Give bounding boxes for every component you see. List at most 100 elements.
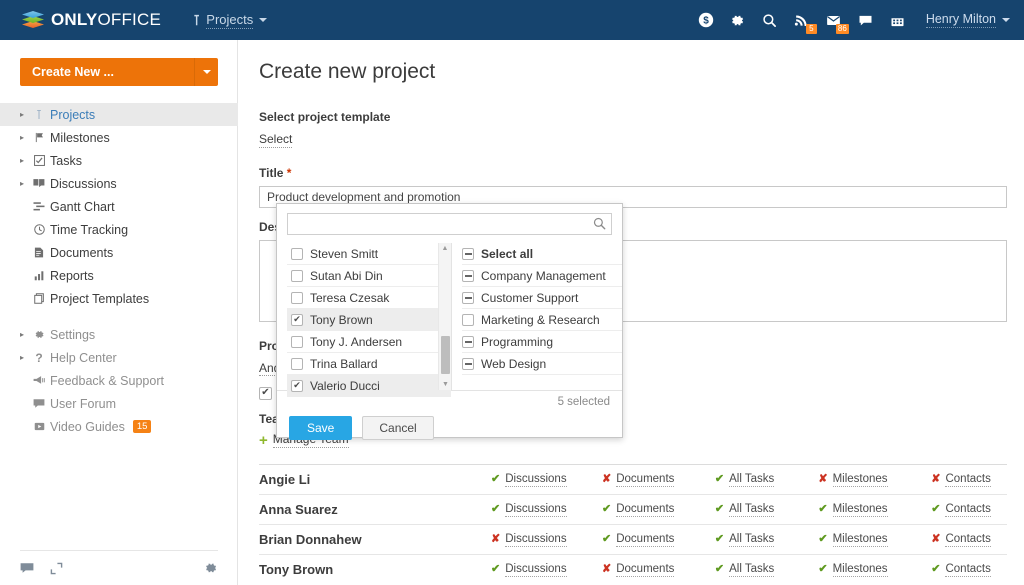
- logo[interactable]: ONLYOFFICE: [22, 10, 161, 30]
- expand-arrow-icon[interactable]: ▸: [20, 353, 30, 362]
- permission-cell[interactable]: ✘ Documents: [602, 473, 693, 487]
- person-checkbox[interactable]: [291, 357, 303, 370]
- save-button[interactable]: Save: [289, 416, 353, 440]
- permission-cell[interactable]: ✔ All Tasks: [715, 503, 796, 517]
- permission-label[interactable]: All Tasks: [729, 563, 775, 577]
- settings-gear-icon[interactable]: [724, 6, 752, 34]
- sidebar-item-help-center[interactable]: ▸ ? Help Center: [0, 346, 238, 369]
- permission-cell[interactable]: ✔ Milestones: [818, 503, 909, 517]
- permission-cell[interactable]: ✔ Discussions: [491, 563, 580, 577]
- permission-cell[interactable]: ✔ Documents: [602, 503, 693, 517]
- permission-cell[interactable]: ✘ Contacts: [931, 533, 1007, 547]
- sidebar-item-discussions[interactable]: ▸ Discussions: [0, 172, 238, 195]
- permission-label[interactable]: Discussions: [505, 533, 567, 547]
- permission-label[interactable]: Milestones: [832, 533, 888, 547]
- permission-label[interactable]: Discussions: [505, 563, 567, 577]
- select-template-link[interactable]: Select: [259, 132, 293, 148]
- expand-arrow-icon[interactable]: ▸: [20, 156, 30, 165]
- expand-arrow-icon[interactable]: ▸: [20, 330, 30, 339]
- search-icon[interactable]: [756, 6, 784, 34]
- talk-chat-icon[interactable]: [852, 6, 880, 34]
- permission-label[interactable]: Documents: [616, 473, 675, 487]
- person-checkbox[interactable]: [291, 335, 303, 348]
- person-list-item[interactable]: Tony J. Andersen: [287, 331, 451, 353]
- person-checkbox[interactable]: [291, 291, 303, 304]
- permission-label[interactable]: Discussions: [505, 473, 567, 487]
- person-checkbox[interactable]: [291, 379, 303, 392]
- permission-label[interactable]: Documents: [616, 503, 675, 517]
- sidebar-item-project-templates[interactable]: Project Templates: [0, 287, 238, 310]
- person-list-item[interactable]: Steven Smitt: [287, 243, 451, 265]
- scroll-down-arrow-icon[interactable]: ▼: [439, 379, 452, 390]
- sidebar-item-gantt-chart[interactable]: Gantt Chart: [0, 195, 238, 218]
- permission-label[interactable]: All Tasks: [729, 533, 775, 547]
- permission-cell[interactable]: ✔ Contacts: [931, 563, 1007, 577]
- sidebar-item-video-guides[interactable]: Video Guides 15: [0, 415, 238, 438]
- permission-label[interactable]: Contacts: [945, 563, 991, 577]
- permission-cell[interactable]: ✔ Discussions: [491, 473, 580, 487]
- sidebar-item-tasks[interactable]: ▸ Tasks: [0, 149, 238, 172]
- permission-cell[interactable]: ✔ Discussions: [491, 503, 580, 517]
- group-list-item[interactable]: Web Design: [462, 353, 622, 375]
- permission-cell[interactable]: ✔ Milestones: [818, 533, 909, 547]
- sidebar-item-settings[interactable]: ▸ Settings: [0, 323, 238, 346]
- group-list-item[interactable]: Customer Support: [462, 287, 622, 309]
- expand-arrow-icon[interactable]: ▸: [20, 133, 30, 142]
- permission-cell[interactable]: ✘ Discussions: [491, 533, 580, 547]
- people-list-scrollbar[interactable]: ▲ ▼: [438, 243, 451, 390]
- group-checkbox[interactable]: [462, 269, 474, 282]
- mail-icon[interactable]: 86: [820, 6, 849, 34]
- permission-label[interactable]: Discussions: [505, 503, 567, 517]
- create-new-button[interactable]: Create New ...: [20, 58, 218, 86]
- permission-label[interactable]: Documents: [616, 563, 675, 577]
- create-new-dropdown[interactable]: [194, 58, 218, 86]
- permission-label[interactable]: Milestones: [832, 503, 888, 517]
- user-menu[interactable]: Henry Milton: [925, 12, 1010, 28]
- sidebar-item-feedback-support[interactable]: Feedback & Support: [0, 369, 238, 392]
- group-checkbox[interactable]: [462, 357, 474, 370]
- notify-manager-checkbox[interactable]: [259, 386, 272, 400]
- person-list-item[interactable]: Sutan Abi Din: [287, 265, 451, 287]
- group-checkbox[interactable]: [462, 313, 474, 326]
- group-checkbox[interactable]: [462, 291, 474, 304]
- sidebar-item-projects[interactable]: ▸ ⊺ Projects: [0, 103, 238, 126]
- person-checkbox[interactable]: [291, 313, 303, 326]
- sidebar-item-milestones[interactable]: ▸ Milestones: [0, 126, 238, 149]
- popup-search-input[interactable]: [287, 213, 612, 235]
- permission-cell[interactable]: ✔ Contacts: [931, 503, 1007, 517]
- feed-icon[interactable]: 5: [788, 6, 817, 34]
- person-list-item[interactable]: Tony Brown: [287, 309, 451, 331]
- person-checkbox[interactable]: [291, 247, 303, 260]
- person-checkbox[interactable]: [291, 269, 303, 282]
- sidebar-item-documents[interactable]: Documents: [0, 241, 238, 264]
- permission-cell[interactable]: ✘ Contacts: [931, 473, 1007, 487]
- permission-label[interactable]: Contacts: [945, 473, 991, 487]
- select-all-row[interactable]: Select all: [462, 243, 622, 265]
- permission-label[interactable]: Milestones: [832, 473, 888, 487]
- sidebar-item-reports[interactable]: Reports: [0, 264, 238, 287]
- sidebar-item-time-tracking[interactable]: Time Tracking: [0, 218, 238, 241]
- permission-label[interactable]: All Tasks: [729, 473, 775, 487]
- payments-icon[interactable]: $: [692, 6, 720, 34]
- permission-label[interactable]: Contacts: [945, 503, 991, 517]
- settings-gear-icon[interactable]: [204, 561, 218, 575]
- permission-cell[interactable]: ✘ Milestones: [818, 473, 909, 487]
- permission-cell[interactable]: ✔ All Tasks: [715, 533, 796, 547]
- permission-cell[interactable]: ✘ Documents: [602, 563, 693, 577]
- person-list-item[interactable]: Teresa Czesak: [287, 287, 451, 309]
- permission-label[interactable]: Documents: [616, 533, 675, 547]
- permission-cell[interactable]: ✔ All Tasks: [715, 473, 796, 487]
- person-list-item[interactable]: Valerio Ducci: [287, 375, 451, 397]
- permission-cell[interactable]: ✔ Documents: [602, 533, 693, 547]
- group-checkbox[interactable]: [462, 247, 474, 260]
- calendar-icon[interactable]: [884, 6, 912, 34]
- expand-icon[interactable]: [50, 562, 63, 575]
- permission-cell[interactable]: ✔ All Tasks: [715, 563, 796, 577]
- expand-arrow-icon[interactable]: ▸: [20, 179, 30, 188]
- permission-label[interactable]: Contacts: [945, 533, 991, 547]
- cancel-button[interactable]: Cancel: [362, 416, 434, 440]
- expand-arrow-icon[interactable]: ▸: [20, 110, 30, 119]
- scroll-up-arrow-icon[interactable]: ▲: [439, 243, 451, 254]
- person-list-item[interactable]: Trina Ballard: [287, 353, 451, 375]
- search-icon[interactable]: [593, 217, 606, 235]
